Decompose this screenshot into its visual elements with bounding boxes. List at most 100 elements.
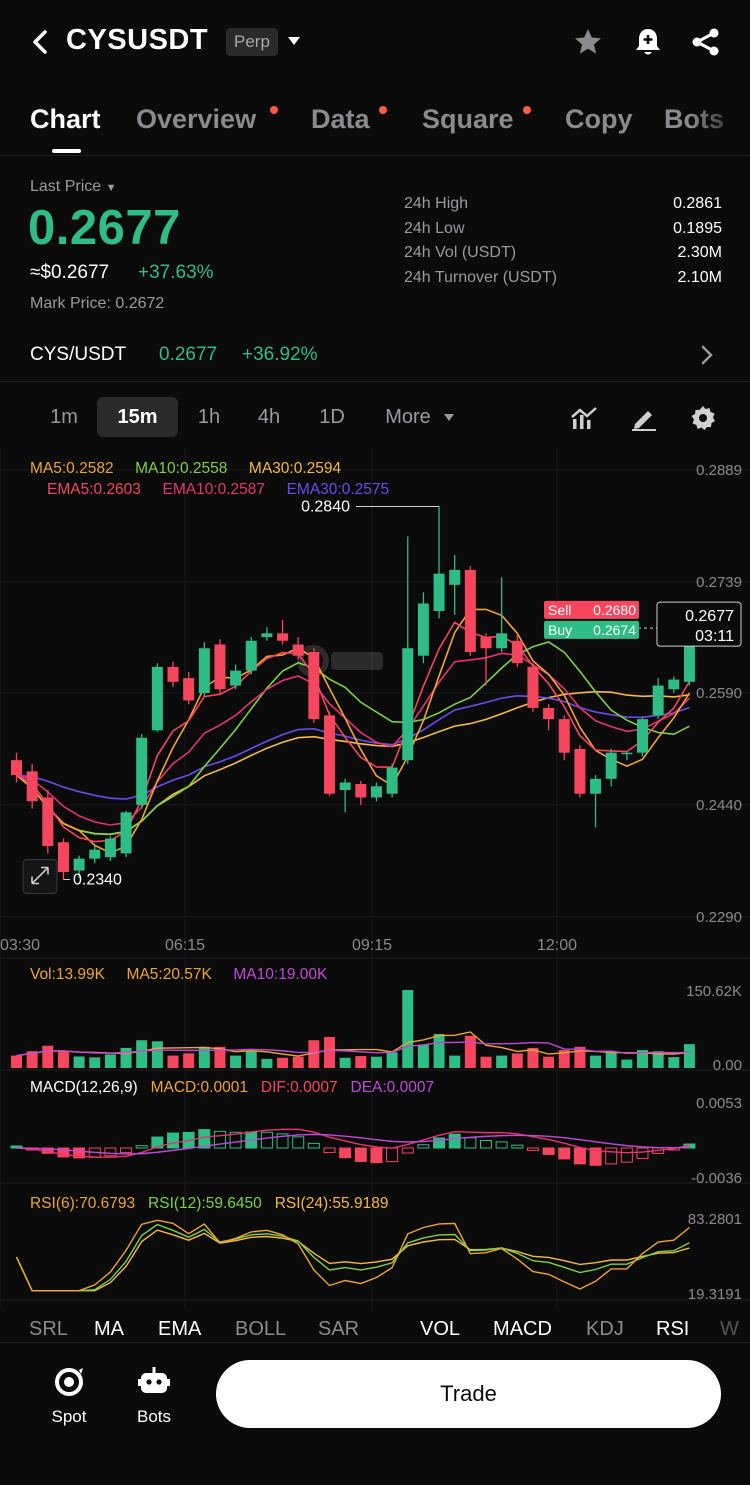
symbol-title[interactable]: CYSUSDT <box>66 24 208 57</box>
candlestick-chart[interactable]: 0.2889 0.2739 0.2590 0.2440 0.2290 03:30 06:15… <box>0 448 750 1318</box>
macd-bar <box>558 1147 571 1160</box>
candle-body <box>42 797 54 846</box>
candle-body <box>558 719 570 753</box>
volume-bar <box>355 1056 367 1068</box>
trade-button[interactable]: Trade <box>216 1360 721 1428</box>
draw-pencil-icon[interactable] <box>630 405 658 431</box>
indicator-kdj[interactable]: KDJ <box>586 1318 624 1341</box>
volume-bar <box>496 1055 508 1068</box>
star-icon[interactable] <box>572 26 604 58</box>
candle-body <box>355 784 367 798</box>
candle-body <box>449 569 461 585</box>
interval-4h[interactable]: 4h <box>248 397 290 437</box>
candle-body <box>198 648 210 693</box>
interval-1d[interactable]: 1D <box>310 397 354 437</box>
ma30-line <box>15 690 690 836</box>
top-tabs: Chart Overview Data Square Copy Bots <box>0 98 750 156</box>
tab-chart[interactable]: Chart <box>30 104 101 135</box>
caret-down-icon[interactable] <box>287 36 301 46</box>
candle-body <box>183 678 195 701</box>
volume-bar <box>136 1040 148 1068</box>
current-price-value: 0.2677 <box>685 608 734 625</box>
macd-bar <box>323 1147 336 1154</box>
tab-square[interactable]: Square <box>422 104 514 135</box>
ma5-legend: MA5:0.2582 <box>30 460 114 477</box>
volume-bar <box>57 1051 69 1068</box>
candle-body <box>668 679 680 690</box>
candle-body <box>574 748 586 794</box>
volume-bar <box>543 1056 555 1068</box>
candle-body <box>104 838 116 858</box>
indicator-sar[interactable]: SAR <box>318 1318 359 1341</box>
spot-pair-name: CYS/USDT <box>30 344 127 365</box>
share-icon[interactable] <box>690 26 722 58</box>
candle-body <box>89 849 101 859</box>
macd-bar <box>354 1147 367 1162</box>
macd-bar <box>620 1147 633 1163</box>
candle-body <box>136 737 148 805</box>
spot-button[interactable]: Spot <box>29 1365 109 1427</box>
interval-15m[interactable]: 15m <box>97 397 178 437</box>
sell-tag-price: 0.2680 <box>593 602 636 618</box>
macd-bar <box>292 1136 305 1149</box>
macd-bar <box>417 1144 430 1149</box>
volume-bar <box>402 990 414 1068</box>
tab-data[interactable]: Data <box>311 104 370 135</box>
rsi12-legend: RSI(12):59.6450 <box>148 1195 262 1212</box>
macd-bar <box>480 1139 492 1149</box>
interval-more[interactable]: More <box>378 397 438 437</box>
indicator-vol[interactable]: VOL <box>420 1318 460 1341</box>
stats-panel: 24h High 0.2861 24h Low 0.1895 24h Vol (… <box>404 195 722 293</box>
indicator-ema[interactable]: EMA <box>158 1318 201 1341</box>
indicator-w[interactable]: W <box>720 1318 739 1341</box>
candle-body <box>324 715 335 794</box>
candle-body <box>386 767 398 794</box>
interval-1m[interactable]: 1m <box>40 397 88 437</box>
candle-body <box>652 685 664 716</box>
y-axis-label: 0.2889 <box>696 462 742 479</box>
macd-bar <box>542 1147 555 1155</box>
bots-label: Bots <box>136 1407 172 1426</box>
macd-bar <box>339 1147 352 1159</box>
indicator-chart-icon[interactable] <box>570 405 598 431</box>
indicator-rsi[interactable]: RSI <box>656 1318 689 1341</box>
rsi-min-label: 19.3191 <box>688 1286 742 1303</box>
mark-price: Mark Price: 0.2672 <box>30 295 165 312</box>
ma30-legend: MA30:0.2594 <box>248 460 342 477</box>
change-percent: +37.63% <box>138 262 214 283</box>
volume-bar <box>167 1055 179 1068</box>
spot-pair-row[interactable]: CYS/USDT 0.2677 +36.92% <box>0 330 750 382</box>
tab-copy[interactable]: Copy <box>565 104 633 135</box>
rsi6-legend: RSI(6):70.6793 <box>30 1195 136 1212</box>
stat-label: 24h High <box>404 195 469 212</box>
usd-equivalent: ≈$0.2677 <box>30 262 110 283</box>
volume-bar <box>151 1041 163 1068</box>
last-price-label[interactable]: Last Price ▼ <box>30 178 116 196</box>
indicator-boll[interactable]: BOLL <box>235 1318 286 1341</box>
rsi-max-label: 83.2801 <box>688 1211 742 1228</box>
candle-body <box>230 670 242 686</box>
volume-bar <box>11 1055 22 1068</box>
macd-bar <box>636 1147 649 1159</box>
candle-body <box>57 842 69 873</box>
indicator-macd[interactable]: MACD <box>493 1318 552 1341</box>
candle-body <box>292 644 304 656</box>
candle-body <box>26 771 38 802</box>
indicator-srl[interactable]: SRL <box>29 1318 68 1341</box>
candle-body <box>261 633 273 638</box>
indicator-ma[interactable]: MA <box>94 1318 124 1341</box>
bots-button[interactable]: Bots <box>114 1365 194 1427</box>
macd-bar <box>495 1141 508 1149</box>
back-arrow-icon[interactable] <box>28 28 52 56</box>
candle-body <box>511 640 523 664</box>
macd-bar <box>260 1131 273 1149</box>
interval-1h[interactable]: 1h <box>188 397 230 437</box>
bell-plus-icon[interactable] <box>633 26 663 58</box>
tab-overview[interactable]: Overview <box>136 104 256 135</box>
candle-body <box>621 752 633 755</box>
volume-bar <box>230 1055 242 1068</box>
buy-tag-price: 0.2674 <box>593 622 636 638</box>
settings-gear-icon[interactable] <box>689 405 717 431</box>
candle-body <box>527 666 539 708</box>
y-axis-label: 0.2590 <box>696 685 742 702</box>
